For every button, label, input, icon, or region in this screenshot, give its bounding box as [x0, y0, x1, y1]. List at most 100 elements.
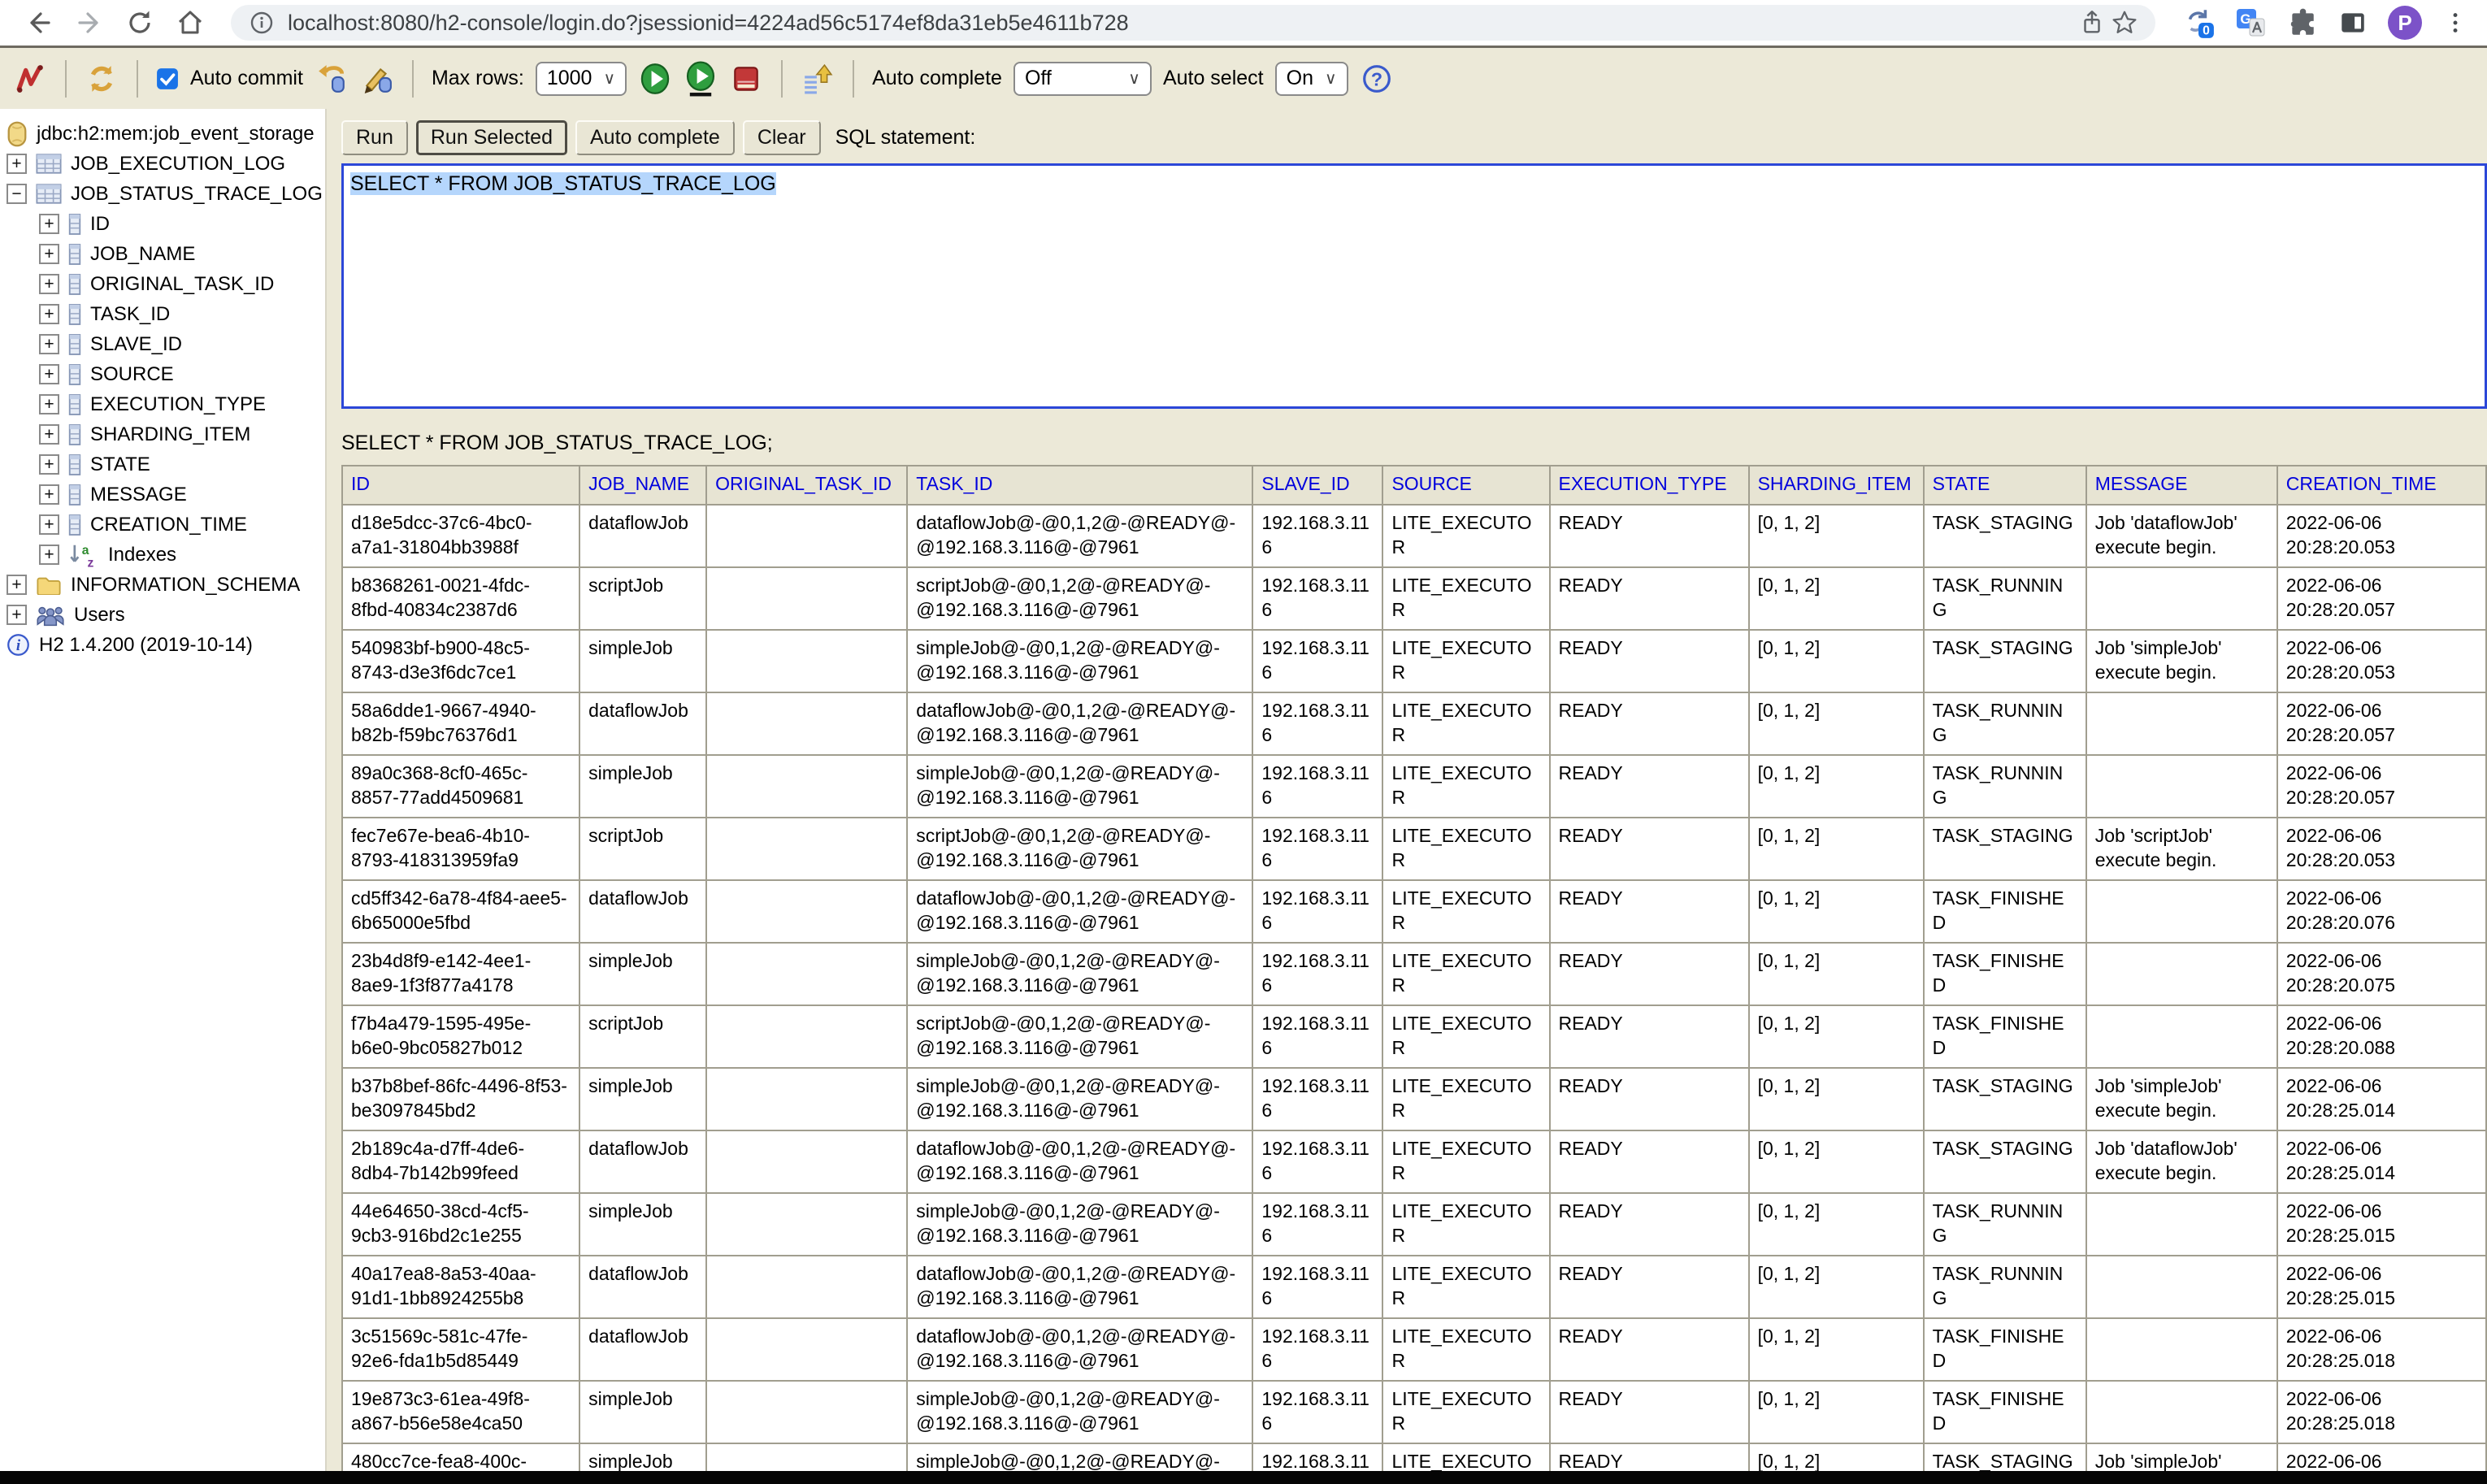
- tree-item-h2-1-4-200-2019-10-14[interactable]: iH2 1.4.200 (2019-10-14): [0, 630, 325, 660]
- cell-state: TASK_STAGING: [1924, 818, 2086, 880]
- url-text[interactable]: localhost:8080/h2-console/login.do?jsess…: [288, 11, 2076, 36]
- cell-original_task_id: [706, 1005, 907, 1068]
- home-icon[interactable]: [169, 2, 211, 44]
- auto-complete-select[interactable]: Off∨: [1013, 62, 1152, 96]
- tree-item-jdbc-h2-mem-job-event-storage[interactable]: jdbc:h2:mem:job_event_storage: [0, 119, 325, 149]
- profile-avatar[interactable]: P: [2388, 6, 2422, 40]
- max-rows-select[interactable]: 1000∨: [536, 62, 627, 96]
- tree-item-sharding-item[interactable]: +SHARDING_ITEM: [0, 419, 325, 449]
- expand-toggle-icon[interactable]: +: [39, 514, 59, 535]
- run-selected-button[interactable]: Run Selected: [416, 120, 567, 155]
- cell-creation_time: 2022-06-06 20:28:20.053: [2277, 505, 2486, 567]
- cell-message: Job 'dataflowJob' execute begin.: [2086, 505, 2277, 567]
- expand-toggle-icon[interactable]: +: [39, 364, 59, 384]
- tree-item-indexes[interactable]: +azIndexes: [0, 540, 325, 570]
- column-header-sharding_item[interactable]: SHARDING_ITEM: [1749, 466, 1924, 505]
- bookmark-star-icon[interactable]: [2108, 7, 2141, 39]
- cell-execution_type: READY: [1550, 505, 1749, 567]
- cell-source: LITE_EXECUTOR: [1382, 1005, 1549, 1068]
- site-info-icon[interactable]: [245, 7, 278, 39]
- cell-sharding_item: [0, 1, 2]: [1749, 1381, 1924, 1443]
- column-header-source[interactable]: SOURCE: [1382, 466, 1549, 505]
- column-header-slave_id[interactable]: SLAVE_ID: [1252, 466, 1382, 505]
- tree-item-source[interactable]: +SOURCE: [0, 359, 325, 389]
- expand-toggle-icon[interactable]: +: [39, 304, 59, 324]
- sql-textarea[interactable]: SELECT * FROM JOB_STATUS_TRACE_LOG: [341, 163, 2487, 409]
- tree-item-creation-time[interactable]: +CREATION_TIME: [0, 510, 325, 540]
- cell-job_name: simpleJob: [579, 630, 706, 692]
- cell-original_task_id: [706, 1256, 907, 1318]
- cell-source: LITE_EXECUTOR: [1382, 818, 1549, 880]
- tree-item-label: SLAVE_ID: [90, 333, 182, 356]
- run-selected-icon[interactable]: [684, 62, 718, 96]
- cell-message: [2086, 943, 2277, 1005]
- column-header-creation_time[interactable]: CREATION_TIME: [2277, 466, 2486, 505]
- cancel-icon[interactable]: [729, 62, 763, 96]
- cell-task_id: simpleJob@-@0,1,2@-@READY@-@192.168.3.11…: [907, 943, 1252, 1005]
- tree-item-execution-type[interactable]: +EXECUTION_TYPE: [0, 389, 325, 419]
- column-header-original_task_id[interactable]: ORIGINAL_TASK_ID: [706, 466, 907, 505]
- tree-item-job-name[interactable]: +JOB_NAME: [0, 239, 325, 269]
- tree-item-job-execution-log[interactable]: +JOB_EXECUTION_LOG: [0, 149, 325, 179]
- browser-actions: 0 G P: [2175, 6, 2469, 40]
- column-header-state[interactable]: STATE: [1924, 466, 2086, 505]
- run-button[interactable]: Run: [341, 120, 408, 155]
- expand-toggle-icon[interactable]: +: [39, 454, 59, 475]
- expand-toggle-icon[interactable]: +: [39, 274, 59, 294]
- expand-toggle-icon[interactable]: +: [39, 545, 59, 565]
- results-table: IDJOB_NAMEORIGINAL_TASK_IDTASK_IDSLAVE_I…: [341, 465, 2487, 1471]
- column-header-task_id[interactable]: TASK_ID: [907, 466, 1252, 505]
- commit-icon[interactable]: [315, 62, 349, 96]
- address-bar[interactable]: localhost:8080/h2-console/login.do?jsess…: [231, 5, 2155, 41]
- tree-item-original-task-id[interactable]: +ORIGINAL_TASK_ID: [0, 269, 325, 299]
- rollback-icon[interactable]: [360, 62, 394, 96]
- clear-button[interactable]: Clear: [743, 120, 821, 155]
- table-row: fec7e67e-bea6-4b10-8793-418313959fa9scri…: [342, 818, 2486, 880]
- forward-icon[interactable]: [68, 2, 111, 44]
- reload-icon[interactable]: [119, 2, 161, 44]
- cell-message: Job 'simpleJob' execute begin.: [2086, 630, 2277, 692]
- expand-toggle-icon[interactable]: +: [39, 214, 59, 234]
- tree-item-message[interactable]: +MESSAGE: [0, 479, 325, 510]
- column-header-id[interactable]: ID: [342, 466, 579, 505]
- table-row: b37b8bef-86fc-4496-8f53-be3097845bd2simp…: [342, 1068, 2486, 1130]
- tree-item-task-id[interactable]: +TASK_ID: [0, 299, 325, 329]
- tree-item-information-schema[interactable]: +INFORMATION_SCHEMA: [0, 570, 325, 600]
- run-icon[interactable]: [638, 62, 672, 96]
- cell-message: [2086, 567, 2277, 630]
- expand-toggle-icon[interactable]: +: [7, 605, 27, 625]
- expand-toggle-icon[interactable]: +: [39, 244, 59, 264]
- auto-select-select[interactable]: On∨: [1275, 62, 1348, 96]
- expand-toggle-icon[interactable]: +: [7, 154, 27, 174]
- expand-toggle-icon[interactable]: +: [39, 394, 59, 414]
- tree-item-id[interactable]: +ID: [0, 209, 325, 239]
- expand-toggle-icon[interactable]: −: [7, 184, 27, 204]
- expand-toggle-icon[interactable]: +: [39, 484, 59, 505]
- auto-commit-checkbox[interactable]: [156, 67, 179, 90]
- tree-item-slave-id[interactable]: + SLAVE_ID: [0, 329, 325, 359]
- extensions-puzzle-icon[interactable]: [2287, 7, 2318, 38]
- share-icon[interactable]: [2076, 7, 2108, 39]
- autocomplete-icon[interactable]: [801, 62, 835, 96]
- sync-extension-icon[interactable]: 0: [2181, 6, 2216, 40]
- column-header-execution_type[interactable]: EXECUTION_TYPE: [1550, 466, 1749, 505]
- expand-toggle-icon[interactable]: +: [39, 334, 59, 354]
- browser-menu-icon[interactable]: [2441, 9, 2469, 37]
- back-icon[interactable]: [18, 2, 60, 44]
- info-icon: i: [7, 633, 30, 657]
- tree-item-job-status-trace-log[interactable]: −JOB_STATUS_TRACE_LOG: [0, 179, 325, 209]
- expand-toggle-icon[interactable]: +: [39, 424, 59, 445]
- column-header-message[interactable]: MESSAGE: [2086, 466, 2277, 505]
- tree-item-users[interactable]: +Users: [0, 600, 325, 630]
- database-icon: [7, 121, 28, 147]
- translate-extension-icon[interactable]: G: [2235, 7, 2268, 39]
- help-icon[interactable]: ?: [1360, 62, 1394, 96]
- auto-complete-button[interactable]: Auto complete: [575, 120, 735, 155]
- side-panel-icon[interactable]: [2337, 7, 2368, 38]
- disconnect-icon[interactable]: [13, 62, 47, 96]
- cell-source: LITE_EXECUTOR: [1382, 567, 1549, 630]
- tree-item-state[interactable]: +STATE: [0, 449, 325, 479]
- column-header-job_name[interactable]: JOB_NAME: [579, 466, 706, 505]
- expand-toggle-icon[interactable]: +: [7, 575, 27, 595]
- refresh-icon[interactable]: [85, 62, 119, 96]
